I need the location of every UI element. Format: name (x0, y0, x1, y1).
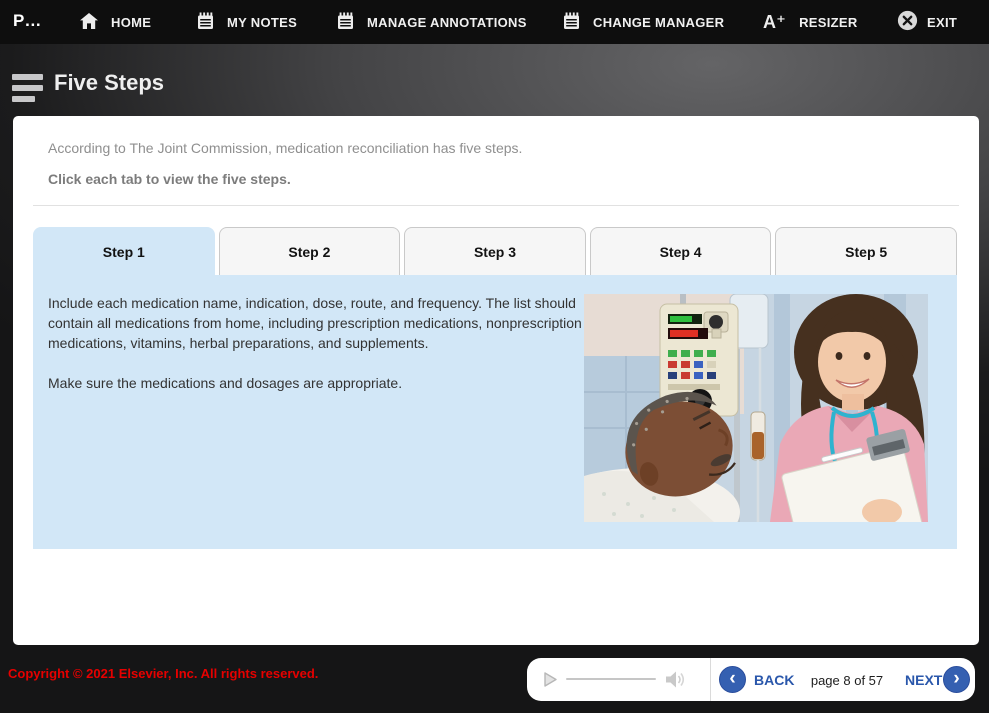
next-button-label[interactable]: NEXT (905, 672, 942, 688)
lesson-page: P… HOME MY NOTES MANAGE ANNOTATIONS CHAN… (0, 0, 989, 713)
menu-bar (12, 96, 35, 102)
play-icon[interactable] (543, 671, 558, 693)
text-resize-icon: A⁺ (763, 13, 786, 31)
tab-step-5[interactable]: Step 5 (775, 227, 957, 275)
back-button[interactable]: ‹ (719, 666, 746, 693)
instruction-text: Click each tab to view the five steps. (48, 171, 291, 187)
tab-step-2[interactable]: Step 2 (219, 227, 401, 275)
tab-step-1[interactable]: Step 1 (33, 227, 215, 275)
divider-line (33, 205, 959, 206)
nav-label: MY NOTES (227, 15, 297, 30)
nav-label: RESIZER (799, 15, 857, 30)
intro-text: According to The Joint Commission, medic… (48, 140, 522, 156)
page-indicator: page 8 of 57 (805, 673, 889, 688)
next-button[interactable]: › (943, 666, 970, 693)
menu-bar (12, 85, 43, 91)
nav-label: CHANGE MANAGER (593, 15, 724, 30)
notepad-icon (563, 12, 580, 33)
panel-paragraph-2: Make sure the medications and dosages ar… (48, 373, 590, 393)
content-card: According to The Joint Commission, medic… (13, 116, 979, 645)
volume-icon[interactable] (665, 670, 688, 694)
tab-step-3[interactable]: Step 3 (404, 227, 586, 275)
nav-item-my-notes[interactable]: MY NOTES (197, 0, 297, 44)
nurse-patient-photo (584, 294, 928, 522)
step-tabs: Step 1 Step 2 Step 3 Step 4 Step 5 (33, 227, 957, 275)
menu-bar (12, 74, 43, 80)
copyright-text: Copyright © 2021 Elsevier, Inc. All righ… (8, 666, 318, 681)
course-title-truncated: P… (13, 11, 41, 31)
exit-icon (897, 10, 918, 34)
nav-item-home[interactable]: HOME (80, 0, 151, 44)
nav-item-resizer[interactable]: A⁺ RESIZER (763, 0, 858, 44)
nav-label: EXIT (927, 15, 957, 30)
tab-panel-step-1: Include each medication name, indication… (33, 275, 957, 549)
notepad-icon (337, 12, 354, 33)
nav-label: HOME (111, 15, 151, 30)
home-icon (80, 13, 98, 32)
tab-step-4[interactable]: Step 4 (590, 227, 772, 275)
pager-divider (710, 658, 711, 701)
page-title: Five Steps (54, 70, 164, 96)
notepad-icon (197, 12, 214, 33)
menu-icon[interactable] (12, 74, 44, 102)
audio-and-pager-bar: ‹ BACK page 8 of 57 NEXT › (527, 658, 975, 701)
nav-item-exit[interactable]: EXIT (897, 0, 957, 44)
audio-progress-slider[interactable] (566, 678, 656, 680)
back-button-label[interactable]: BACK (754, 672, 794, 688)
top-navigation-bar: P… HOME MY NOTES MANAGE ANNOTATIONS CHAN… (0, 0, 989, 44)
nav-item-change-manager[interactable]: CHANGE MANAGER (563, 0, 724, 44)
panel-text: Include each medication name, indication… (48, 293, 590, 393)
panel-paragraph-1: Include each medication name, indication… (48, 293, 590, 353)
nav-item-manage-annotations[interactable]: MANAGE ANNOTATIONS (337, 0, 527, 44)
nav-label: MANAGE ANNOTATIONS (367, 15, 527, 30)
